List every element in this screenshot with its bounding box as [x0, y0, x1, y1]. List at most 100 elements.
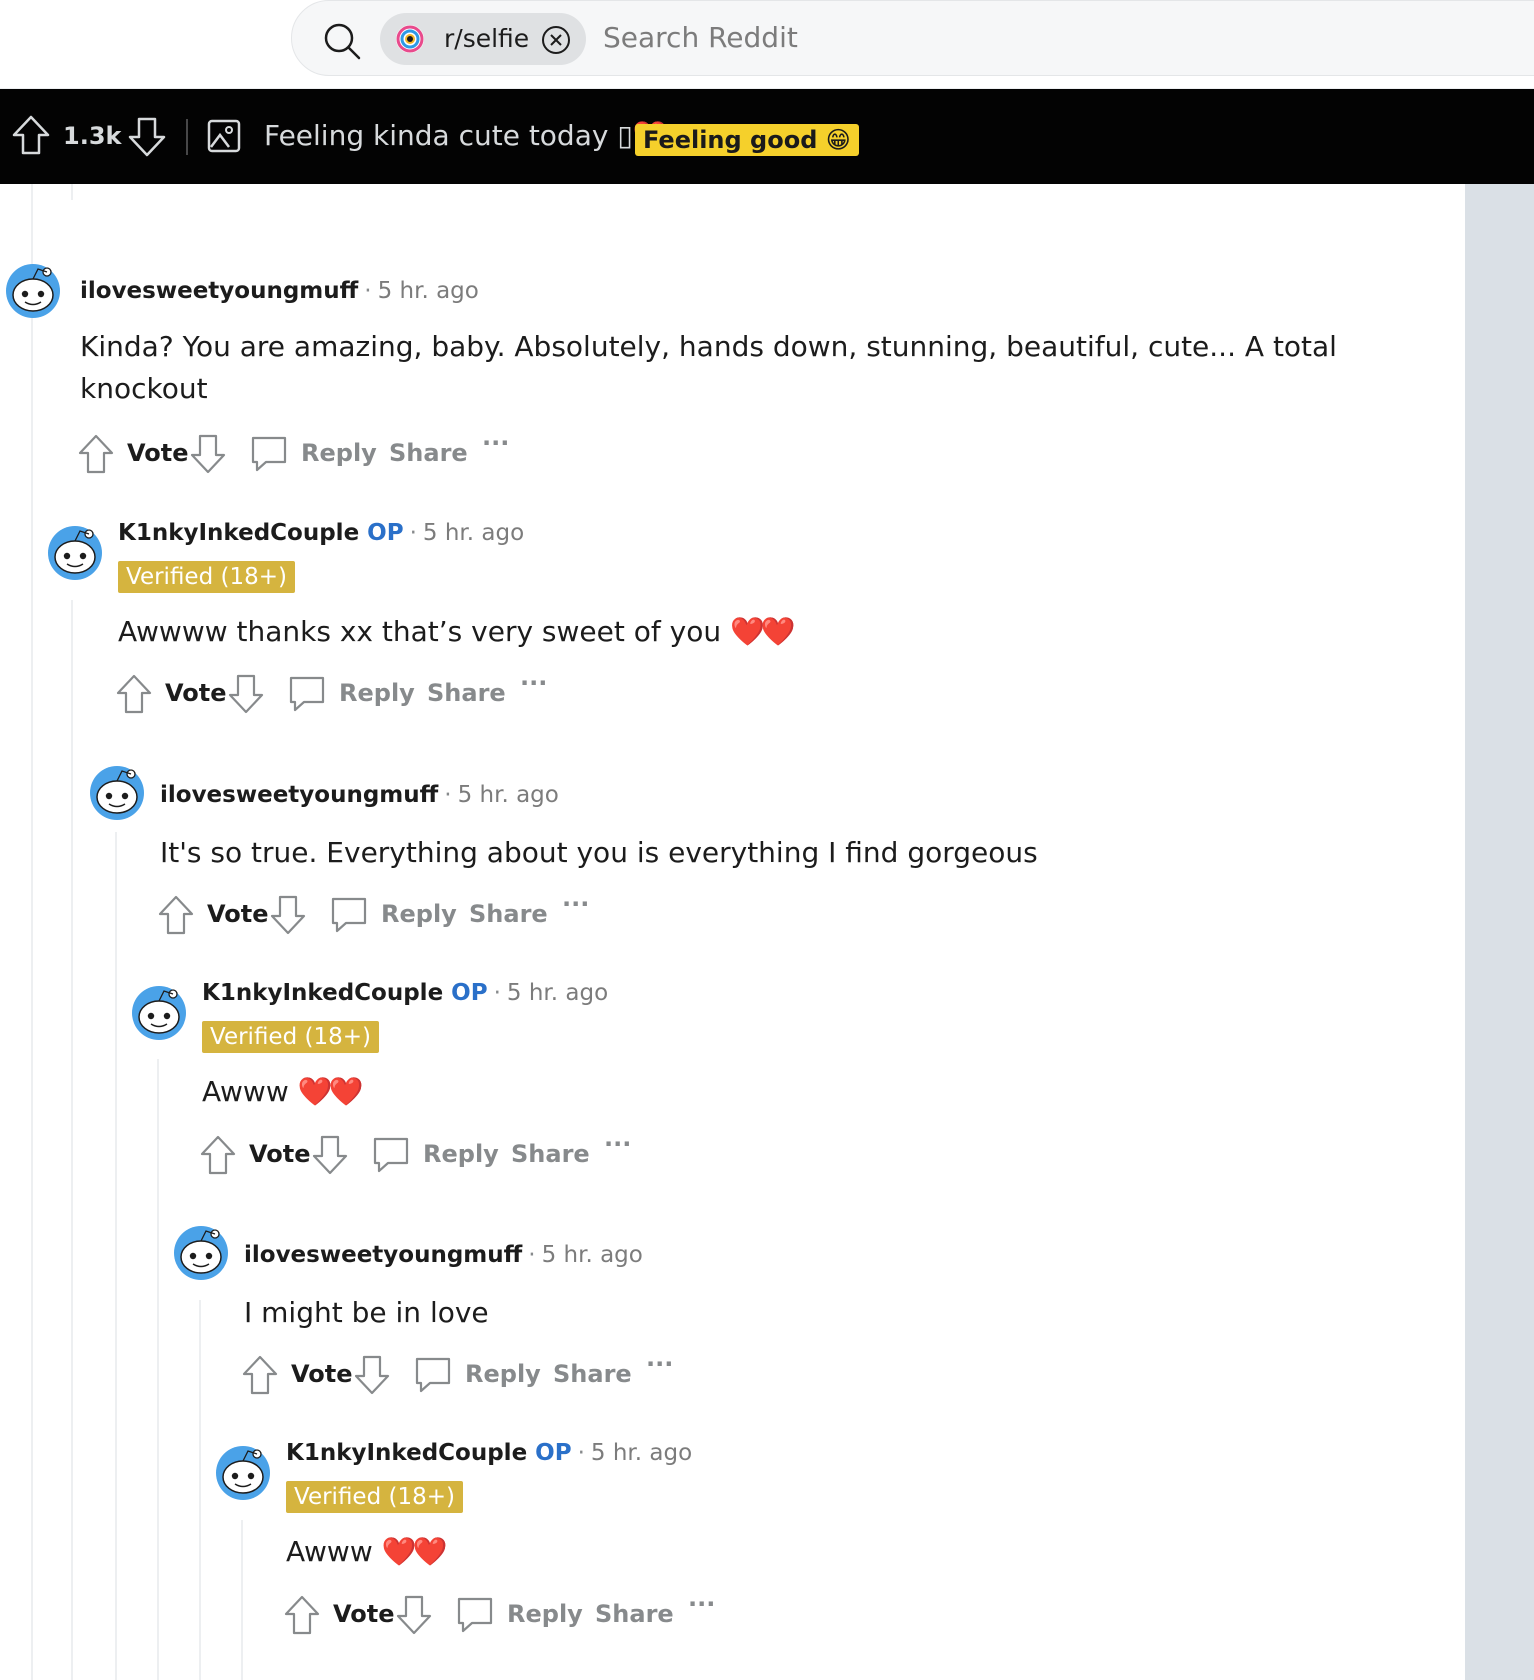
- reply-label[interactable]: Reply: [465, 1360, 541, 1388]
- comment-body: I might be in love: [244, 1292, 489, 1334]
- post-title[interactable]: Feeling kinda cute today ▯❤️: [264, 119, 668, 152]
- comment-time[interactable]: 5 hr. ago: [542, 1242, 643, 1268]
- thread-line[interactable]: [241, 1520, 243, 1680]
- downvote-button[interactable]: [188, 433, 228, 475]
- comment-text: Awwww thanks xx that’s very sweet of you: [118, 615, 722, 648]
- comment-meta: ilovesweetyoungmuff · 5 hr. ago: [80, 278, 479, 304]
- reply-button[interactable]: [248, 433, 290, 475]
- upvote-icon: [116, 674, 152, 714]
- comment-icon: [251, 436, 287, 472]
- reply-button[interactable]: [286, 673, 328, 715]
- downvote-button[interactable]: [310, 1134, 350, 1176]
- user-flair: Verified (18+): [286, 1481, 463, 1513]
- separator: ·: [364, 278, 372, 304]
- upvote-button[interactable]: [282, 1594, 322, 1636]
- search-input[interactable]: Search Reddit: [603, 21, 798, 54]
- reply-button[interactable]: [370, 1134, 412, 1176]
- downvote-button[interactable]: [226, 673, 266, 715]
- reply-label[interactable]: Reply: [507, 1600, 583, 1628]
- more-options-button[interactable]: ···: [482, 429, 509, 457]
- separator: ·: [577, 1440, 585, 1466]
- more-options-button[interactable]: ···: [562, 890, 589, 918]
- thread-line[interactable]: [31, 335, 33, 1680]
- downvote-button[interactable]: [394, 1594, 434, 1636]
- search-icon: [324, 23, 361, 60]
- more-options-button[interactable]: ···: [520, 669, 547, 697]
- comment-author[interactable]: K1nkyInkedCouple: [286, 1440, 527, 1466]
- post-score: 1.3k: [63, 122, 122, 150]
- upvote-button[interactable]: [240, 1354, 280, 1396]
- comment-time[interactable]: 5 hr. ago: [507, 980, 608, 1006]
- comment-body: It's so true. Everything about you is ev…: [160, 832, 1038, 874]
- avatar[interactable]: [131, 985, 187, 1041]
- more-options-button[interactable]: ···: [646, 1350, 673, 1378]
- upvote-icon: [78, 434, 114, 474]
- upvote-icon: [242, 1355, 278, 1395]
- share-button[interactable]: Share: [553, 1360, 632, 1388]
- upvote-icon: [284, 1595, 320, 1635]
- downvote-icon: [396, 1595, 432, 1635]
- more-options-button[interactable]: ···: [604, 1130, 631, 1158]
- downvote-icon: [270, 895, 306, 935]
- avatar[interactable]: [47, 525, 103, 581]
- reply-label[interactable]: Reply: [423, 1140, 499, 1168]
- comment-body: Kinda? You are amazing, baby. Absolutely…: [80, 326, 1380, 410]
- more-options-button[interactable]: ···: [688, 1590, 715, 1618]
- share-button[interactable]: Share: [389, 439, 468, 467]
- reply-label[interactable]: Reply: [381, 900, 457, 928]
- share-button[interactable]: Share: [511, 1140, 590, 1168]
- reply-button[interactable]: [328, 894, 370, 936]
- reply-label[interactable]: Reply: [301, 439, 377, 467]
- share-button[interactable]: Share: [427, 679, 506, 707]
- avatar[interactable]: [173, 1225, 229, 1281]
- upvote-button[interactable]: [114, 673, 154, 715]
- upvote-button[interactable]: [156, 894, 196, 936]
- close-icon[interactable]: [540, 24, 572, 56]
- reply-label[interactable]: Reply: [339, 679, 415, 707]
- thread-line[interactable]: [115, 832, 117, 1680]
- separator: ·: [493, 980, 501, 1006]
- comment-time[interactable]: 5 hr. ago: [423, 520, 524, 546]
- comment-author[interactable]: ilovesweetyoungmuff: [80, 278, 358, 304]
- share-button[interactable]: Share: [469, 900, 548, 928]
- comment-time[interactable]: 5 hr. ago: [378, 278, 479, 304]
- upvote-icon[interactable]: [10, 113, 52, 157]
- comment-time[interactable]: 5 hr. ago: [591, 1440, 692, 1466]
- share-button[interactable]: Share: [595, 1600, 674, 1628]
- image-post-icon: [207, 119, 241, 153]
- search-box[interactable]: r/selfie Search Reddit: [291, 0, 1534, 76]
- downvote-icon: [354, 1355, 390, 1395]
- community-filter-chip[interactable]: r/selfie: [380, 13, 586, 65]
- divider: [186, 119, 188, 155]
- reply-button[interactable]: [412, 1354, 454, 1396]
- downvote-icon: [228, 674, 264, 714]
- comment-author[interactable]: K1nkyInkedCouple: [118, 520, 359, 546]
- avatar[interactable]: [215, 1445, 271, 1501]
- comment-author[interactable]: K1nkyInkedCouple: [202, 980, 443, 1006]
- downvote-icon[interactable]: [126, 115, 168, 159]
- reply-button[interactable]: [454, 1594, 496, 1636]
- emoji: ❤️❤️: [730, 615, 796, 648]
- op-badge: OP: [535, 1440, 572, 1466]
- downvote-button[interactable]: [352, 1354, 392, 1396]
- comment-text: Kinda? You are amazing, baby. Absolutely…: [80, 330, 1337, 363]
- upvote-button[interactable]: [198, 1134, 238, 1176]
- thread-line[interactable]: [71, 600, 73, 1680]
- thread-line[interactable]: [157, 1059, 159, 1680]
- comment-time[interactable]: 5 hr. ago: [458, 782, 559, 808]
- top-bar: r/selfie Search Reddit: [0, 0, 1534, 89]
- downvote-button[interactable]: [268, 894, 308, 936]
- avatar[interactable]: [89, 765, 145, 821]
- vote-label: Vote: [333, 1600, 395, 1628]
- vote-label: Vote: [291, 1360, 353, 1388]
- comment-author[interactable]: ilovesweetyoungmuff: [160, 782, 438, 808]
- right-gutter: [1465, 184, 1534, 1680]
- op-badge: OP: [367, 520, 404, 546]
- upvote-button[interactable]: [76, 433, 116, 475]
- thread-line[interactable]: [199, 1300, 201, 1680]
- comment-author[interactable]: ilovesweetyoungmuff: [244, 1242, 522, 1268]
- thread-line: [71, 184, 73, 200]
- comment-text: It's so true. Everything about you is ev…: [160, 836, 1038, 869]
- comment-icon: [457, 1597, 493, 1633]
- avatar[interactable]: [5, 263, 61, 319]
